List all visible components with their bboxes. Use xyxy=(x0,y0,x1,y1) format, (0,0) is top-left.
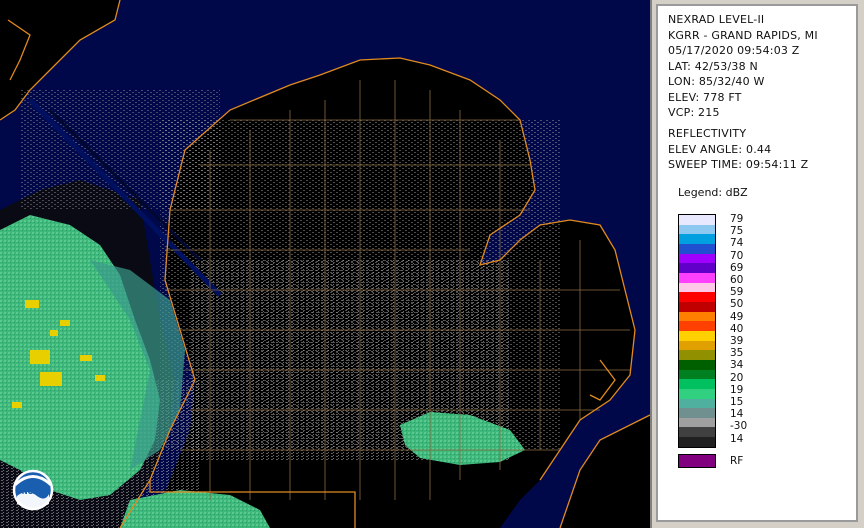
legend-label: 14 xyxy=(730,408,744,421)
site-name: KGRR - GRAND RAPIDS, MI xyxy=(668,28,818,42)
noaa-logo-text: NOAA xyxy=(22,488,45,496)
legend-color-segment xyxy=(679,311,715,322)
legend-color-segment xyxy=(679,398,715,409)
legend-color-segment xyxy=(679,215,715,226)
scan-datetime: 05/17/2020 09:54:03 Z xyxy=(668,44,800,57)
longitude: LON: 85/32/40 W xyxy=(668,75,765,88)
legend-color-segment xyxy=(679,292,715,303)
radar-map-canvas: NOAA xyxy=(0,0,650,528)
rf-swatch xyxy=(678,454,716,468)
legend-color-segment xyxy=(679,350,715,361)
legend-color-segment xyxy=(679,340,715,351)
product-name: REFLECTIVITY xyxy=(668,127,747,140)
legend-label: 40 xyxy=(730,322,744,335)
product-title: NEXRAD LEVEL-II xyxy=(668,13,765,26)
legend-label: 75 xyxy=(730,225,744,238)
legend-label: 79 xyxy=(730,213,744,225)
legend-color-segment xyxy=(679,301,715,313)
legend-color-segment xyxy=(679,321,715,332)
legend-label: 60 xyxy=(730,274,744,286)
latitude: LAT: 42/53/38 N xyxy=(668,59,758,73)
legend-color-segment xyxy=(679,379,715,390)
elevation: ELEV: 778 FT xyxy=(668,90,742,104)
legend-color-segment xyxy=(679,388,715,399)
product-info: REFLECTIVITY ELEV ANGLE: 0.44 SWEEP TIME… xyxy=(668,126,808,173)
legend-label: 35 xyxy=(730,347,744,360)
legend-color-segment xyxy=(679,272,715,284)
legend-label: 14 xyxy=(730,432,744,445)
legend-label: 19 xyxy=(730,383,744,396)
legend-color-bar xyxy=(678,214,716,448)
legend-color-segment xyxy=(679,369,715,380)
rf-label: RF xyxy=(730,455,744,467)
legend-color-segment xyxy=(679,437,715,448)
legend-color-segment xyxy=(679,417,715,428)
legend-color-segment xyxy=(679,359,715,371)
legend-color-segment xyxy=(679,330,715,342)
legend-color-segment xyxy=(679,427,715,438)
elev-angle: ELEV ANGLE: 0.44 xyxy=(668,142,772,156)
legend-title: Legend: dBZ xyxy=(678,186,748,199)
legend-label: 39 xyxy=(730,335,744,347)
radar-map: NOAA xyxy=(0,0,652,528)
legend-label: 70 xyxy=(730,249,744,262)
legend-label: 69 xyxy=(730,261,744,274)
vcp: VCP: 215 xyxy=(668,106,720,119)
legend-label: 15 xyxy=(730,396,744,408)
legend-color-segment xyxy=(679,224,715,235)
legend-color-segment xyxy=(679,234,715,245)
legend-color-segment xyxy=(679,243,715,255)
legend-label: 49 xyxy=(730,310,744,323)
noaa-logo: NOAA xyxy=(12,469,54,511)
sweep-time: SWEEP TIME: 09:54:11 Z xyxy=(668,158,809,171)
legend-label: 59 xyxy=(730,286,744,299)
info-panel: NEXRAD LEVEL-II KGRR - GRAND RAPIDS, MI … xyxy=(656,4,858,522)
legend-color-segment xyxy=(679,263,715,274)
legend-label: -30 xyxy=(730,420,748,433)
legend-color-segment xyxy=(679,253,715,264)
station-info: NEXRAD LEVEL-II KGRR - GRAND RAPIDS, MI … xyxy=(668,12,818,121)
legend-label: 34 xyxy=(730,359,744,372)
legend-label: 20 xyxy=(730,371,744,384)
legend-label: 74 xyxy=(730,237,744,250)
legend-color-segment xyxy=(679,282,715,293)
legend-label: 50 xyxy=(730,298,744,311)
legend-color-segment xyxy=(679,408,715,419)
